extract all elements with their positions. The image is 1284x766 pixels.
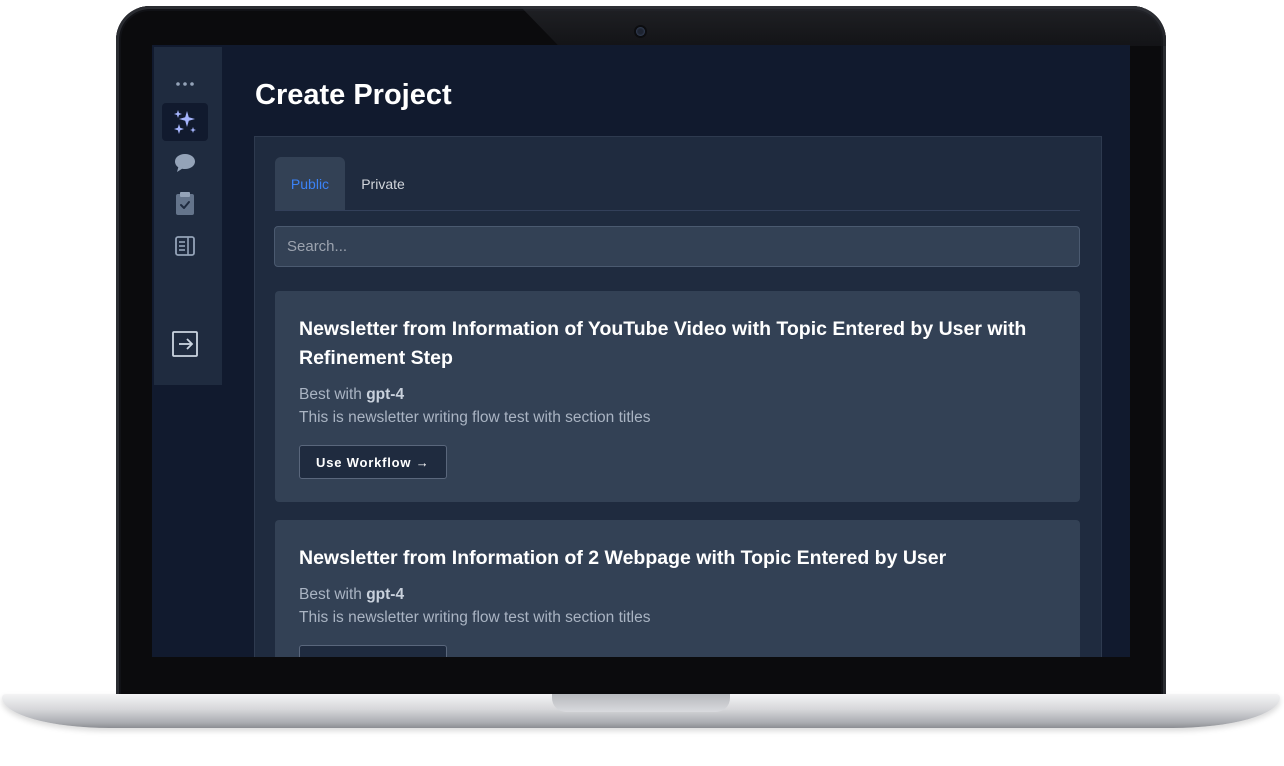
more-dots-icon	[176, 82, 194, 86]
page-title: Create Project	[255, 79, 452, 111]
workflow-model-line: Best with gpt-4	[299, 383, 1056, 406]
workflow-description: This is newsletter writing flow test wit…	[299, 409, 651, 426]
tab-public[interactable]: Public	[275, 157, 345, 210]
workflow-panel: Public Private Newsletter from Informati…	[254, 136, 1102, 657]
sparkles-icon	[174, 110, 196, 134]
sidebar-item-chat[interactable]	[162, 144, 208, 182]
workflow-card: Newsletter from Information of 2 Webpage…	[275, 520, 1080, 657]
workflow-model: gpt-4	[366, 586, 405, 603]
sidebar	[154, 47, 222, 385]
workflow-title: Newsletter from Information of YouTube V…	[299, 318, 1027, 369]
search-input[interactable]	[274, 226, 1080, 267]
webcam-icon	[636, 27, 645, 36]
main-content: Create Project Public Private Newsletter…	[222, 45, 1130, 657]
workflow-card: Newsletter from Information of YouTube V…	[275, 291, 1080, 502]
use-workflow-button[interactable]: Use Workflow →	[299, 645, 447, 657]
sidebar-logout-button[interactable]	[162, 325, 208, 363]
clipboard-check-icon	[176, 192, 194, 215]
app-screen: Create Project Public Private Newsletter…	[152, 45, 1130, 657]
workflow-title: Newsletter from Information of 2 Webpage…	[299, 547, 947, 569]
laptop-mockup: Create Project Public Private Newsletter…	[0, 0, 1284, 766]
tab-private[interactable]: Private	[347, 157, 419, 210]
document-list-icon	[175, 236, 195, 256]
workflow-description: This is newsletter writing flow test wit…	[299, 609, 651, 626]
visibility-tabs: Public Private	[275, 157, 1080, 211]
laptop-notch	[552, 694, 730, 712]
sidebar-more-button[interactable]	[162, 65, 208, 103]
sidebar-item-documents[interactable]	[162, 227, 208, 265]
bezel-bottom	[132, 657, 1148, 691]
sidebar-item-tasks[interactable]	[162, 185, 208, 223]
sidebar-item-create[interactable]	[162, 103, 208, 141]
best-with-label: Best with	[299, 386, 367, 403]
workflow-model-line: Best with gpt-4	[299, 583, 1056, 606]
lid-glare	[520, 6, 1166, 46]
chat-bubble-icon	[175, 154, 195, 172]
use-workflow-button[interactable]: Use Workflow →	[299, 445, 447, 479]
workflow-model: gpt-4	[366, 386, 405, 403]
logout-arrow-icon	[172, 331, 198, 357]
best-with-label: Best with	[299, 586, 367, 603]
